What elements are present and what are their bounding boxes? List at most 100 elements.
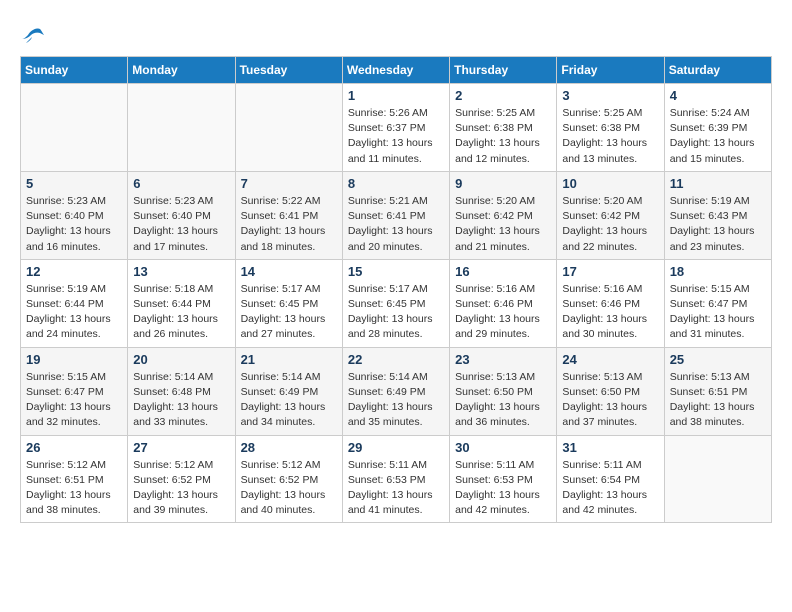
calendar-cell: 13 Sunrise: 5:18 AM Sunset: 6:44 PM Dayli…: [128, 259, 235, 347]
day-number: 24: [562, 352, 658, 367]
calendar-cell: 15 Sunrise: 5:17 AM Sunset: 6:45 PM Dayli…: [342, 259, 449, 347]
calendar-cell: 9 Sunrise: 5:20 AM Sunset: 6:42 PM Daylig…: [450, 171, 557, 259]
calendar-cell: 19Sunrise: 5:15 AM Sunset: 6:47 PM Dayli…: [21, 347, 128, 435]
day-info: Sunrise: 5:19 AM Sunset: 6:43 PM Dayligh…: [670, 194, 766, 255]
calendar-cell: 6 Sunrise: 5:23 AM Sunset: 6:40 PM Daylig…: [128, 171, 235, 259]
day-number: 5: [26, 176, 122, 191]
day-info: Sunrise: 5:12 AM Sunset: 6:51 PM Dayligh…: [26, 458, 122, 519]
day-number: 28: [241, 440, 337, 455]
day-number: 8: [348, 176, 444, 191]
day-number: 27: [133, 440, 229, 455]
day-info: Sunrise: 5:25 AM Sunset: 6:38 PM Dayligh…: [455, 106, 551, 167]
day-header-friday: Friday: [557, 57, 664, 84]
day-number: 31: [562, 440, 658, 455]
calendar-cell: [235, 84, 342, 172]
day-header-monday: Monday: [128, 57, 235, 84]
day-info: Sunrise: 5:20 AM Sunset: 6:42 PM Dayligh…: [455, 194, 551, 255]
day-header-thursday: Thursday: [450, 57, 557, 84]
day-info: Sunrise: 5:11 AM Sunset: 6:53 PM Dayligh…: [348, 458, 444, 519]
calendar-cell: 28 Sunrise: 5:12 AM Sunset: 6:52 PM Dayli…: [235, 435, 342, 523]
day-info: Sunrise: 5:21 AM Sunset: 6:41 PM Dayligh…: [348, 194, 444, 255]
week-row-3: 12 Sunrise: 5:19 AM Sunset: 6:44 PM Dayli…: [21, 259, 772, 347]
day-info: Sunrise: 5:15 AM Sunset: 6:47 PM Dayligh…: [670, 282, 766, 343]
page-header: [20, 20, 772, 46]
day-number: 20: [133, 352, 229, 367]
day-header-tuesday: Tuesday: [235, 57, 342, 84]
day-info: Sunrise: 5:24 AM Sunset: 6:39 PM Dayligh…: [670, 106, 766, 167]
day-info: Sunrise: 5:12 AM Sunset: 6:52 PM Dayligh…: [241, 458, 337, 519]
calendar-cell: 3Sunrise: 5:25 AM Sunset: 6:38 PM Daylig…: [557, 84, 664, 172]
day-number: 4: [670, 88, 766, 103]
day-number: 26: [26, 440, 122, 455]
day-info: Sunrise: 5:13 AM Sunset: 6:51 PM Dayligh…: [670, 370, 766, 431]
day-number: 7: [241, 176, 337, 191]
day-info: Sunrise: 5:11 AM Sunset: 6:54 PM Dayligh…: [562, 458, 658, 519]
week-row-4: 19Sunrise: 5:15 AM Sunset: 6:47 PM Dayli…: [21, 347, 772, 435]
day-number: 16: [455, 264, 551, 279]
calendar-cell: 2 Sunrise: 5:25 AM Sunset: 6:38 PM Daylig…: [450, 84, 557, 172]
calendar-cell: 22 Sunrise: 5:14 AM Sunset: 6:49 PM Dayli…: [342, 347, 449, 435]
calendar-cell: [21, 84, 128, 172]
day-number: 9: [455, 176, 551, 191]
calendar-cell: 8 Sunrise: 5:21 AM Sunset: 6:41 PM Daylig…: [342, 171, 449, 259]
day-number: 12: [26, 264, 122, 279]
calendar-cell: 7Sunrise: 5:22 AM Sunset: 6:41 PM Daylig…: [235, 171, 342, 259]
day-header-sunday: Sunday: [21, 57, 128, 84]
day-info: Sunrise: 5:17 AM Sunset: 6:45 PM Dayligh…: [348, 282, 444, 343]
day-info: Sunrise: 5:13 AM Sunset: 6:50 PM Dayligh…: [562, 370, 658, 431]
day-info: Sunrise: 5:14 AM Sunset: 6:49 PM Dayligh…: [348, 370, 444, 431]
calendar-body: 1Sunrise: 5:26 AM Sunset: 6:37 PM Daylig…: [21, 84, 772, 523]
calendar-cell: 18 Sunrise: 5:15 AM Sunset: 6:47 PM Dayli…: [664, 259, 771, 347]
day-number: 25: [670, 352, 766, 367]
calendar-cell: 24 Sunrise: 5:13 AM Sunset: 6:50 PM Dayli…: [557, 347, 664, 435]
day-info: Sunrise: 5:16 AM Sunset: 6:46 PM Dayligh…: [562, 282, 658, 343]
day-header-saturday: Saturday: [664, 57, 771, 84]
day-number: 3: [562, 88, 658, 103]
logo: [20, 20, 44, 46]
calendar-cell: 23Sunrise: 5:13 AM Sunset: 6:50 PM Dayli…: [450, 347, 557, 435]
day-info: Sunrise: 5:14 AM Sunset: 6:48 PM Dayligh…: [133, 370, 229, 431]
day-info: Sunrise: 5:12 AM Sunset: 6:52 PM Dayligh…: [133, 458, 229, 519]
day-number: 21: [241, 352, 337, 367]
day-number: 30: [455, 440, 551, 455]
calendar-cell: 27 Sunrise: 5:12 AM Sunset: 6:52 PM Dayli…: [128, 435, 235, 523]
day-info: Sunrise: 5:23 AM Sunset: 6:40 PM Dayligh…: [26, 194, 122, 255]
calendar-cell: 21 Sunrise: 5:14 AM Sunset: 6:49 PM Dayli…: [235, 347, 342, 435]
day-info: Sunrise: 5:14 AM Sunset: 6:49 PM Dayligh…: [241, 370, 337, 431]
calendar-cell: 31 Sunrise: 5:11 AM Sunset: 6:54 PM Dayli…: [557, 435, 664, 523]
day-number: 10: [562, 176, 658, 191]
day-number: 18: [670, 264, 766, 279]
calendar-cell: 1Sunrise: 5:26 AM Sunset: 6:37 PM Daylig…: [342, 84, 449, 172]
day-number: 13: [133, 264, 229, 279]
day-header-wednesday: Wednesday: [342, 57, 449, 84]
calendar-cell: 5 Sunrise: 5:23 AM Sunset: 6:40 PM Daylig…: [21, 171, 128, 259]
day-number: 29: [348, 440, 444, 455]
day-number: 2: [455, 88, 551, 103]
day-info: Sunrise: 5:13 AM Sunset: 6:50 PM Dayligh…: [455, 370, 551, 431]
day-info: Sunrise: 5:18 AM Sunset: 6:44 PM Dayligh…: [133, 282, 229, 343]
day-number: 22: [348, 352, 444, 367]
week-row-5: 26 Sunrise: 5:12 AM Sunset: 6:51 PM Dayli…: [21, 435, 772, 523]
week-row-1: 1Sunrise: 5:26 AM Sunset: 6:37 PM Daylig…: [21, 84, 772, 172]
day-info: Sunrise: 5:19 AM Sunset: 6:44 PM Dayligh…: [26, 282, 122, 343]
calendar-cell: [664, 435, 771, 523]
day-number: 14: [241, 264, 337, 279]
calendar-cell: 11Sunrise: 5:19 AM Sunset: 6:43 PM Dayli…: [664, 171, 771, 259]
day-number: 17: [562, 264, 658, 279]
calendar-cell: 4 Sunrise: 5:24 AM Sunset: 6:39 PM Daylig…: [664, 84, 771, 172]
calendar-cell: 20 Sunrise: 5:14 AM Sunset: 6:48 PM Dayli…: [128, 347, 235, 435]
calendar-header: SundayMondayTuesdayWednesdayThursdayFrid…: [21, 57, 772, 84]
calendar-cell: 26 Sunrise: 5:12 AM Sunset: 6:51 PM Dayli…: [21, 435, 128, 523]
header-row: SundayMondayTuesdayWednesdayThursdayFrid…: [21, 57, 772, 84]
calendar-cell: 17 Sunrise: 5:16 AM Sunset: 6:46 PM Dayli…: [557, 259, 664, 347]
day-info: Sunrise: 5:26 AM Sunset: 6:37 PM Dayligh…: [348, 106, 444, 167]
calendar-cell: 14Sunrise: 5:17 AM Sunset: 6:45 PM Dayli…: [235, 259, 342, 347]
day-number: 15: [348, 264, 444, 279]
calendar-cell: 30Sunrise: 5:11 AM Sunset: 6:53 PM Dayli…: [450, 435, 557, 523]
calendar-cell: 29 Sunrise: 5:11 AM Sunset: 6:53 PM Dayli…: [342, 435, 449, 523]
calendar-cell: 12 Sunrise: 5:19 AM Sunset: 6:44 PM Dayli…: [21, 259, 128, 347]
day-number: 6: [133, 176, 229, 191]
logo-bird-icon: [22, 27, 44, 45]
day-info: Sunrise: 5:23 AM Sunset: 6:40 PM Dayligh…: [133, 194, 229, 255]
day-info: Sunrise: 5:16 AM Sunset: 6:46 PM Dayligh…: [455, 282, 551, 343]
